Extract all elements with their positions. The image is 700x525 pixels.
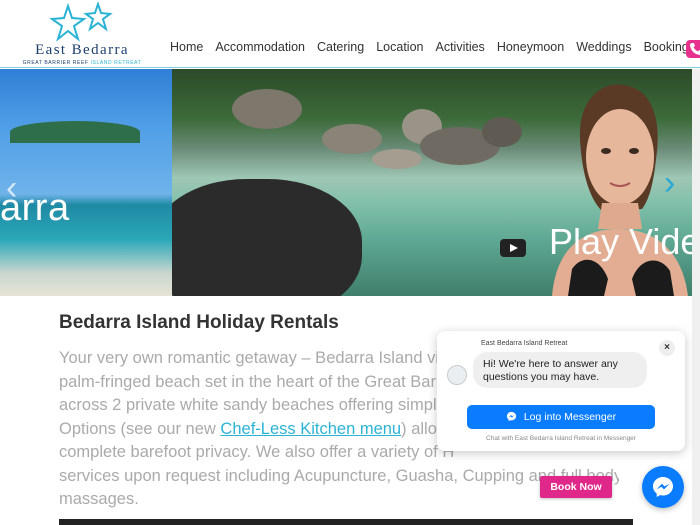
messenger-icon xyxy=(506,411,517,422)
messenger-button-label: Log into Messenger xyxy=(523,411,617,423)
phone-icon xyxy=(690,43,700,55)
boulder xyxy=(482,117,522,147)
chat-message: Hi! We're here to answer any questions y… xyxy=(473,352,647,388)
messenger-icon xyxy=(653,477,673,497)
boulder xyxy=(322,124,382,154)
chat-popup: East Bedarra Island Retreat × Hi! We're … xyxy=(437,331,685,451)
play-video-label[interactable]: Play Video xyxy=(549,221,692,263)
scrollbar[interactable] xyxy=(692,69,700,525)
nav-honeymoon[interactable]: Honeymoon xyxy=(497,40,564,54)
close-icon[interactable]: × xyxy=(659,340,675,356)
chat-sender-name: East Bedarra Island Retreat xyxy=(481,340,568,347)
avatar xyxy=(447,365,467,385)
intro-line: massages. xyxy=(59,490,139,508)
nav-activities[interactable]: Activities xyxy=(435,40,484,54)
video-thumbnail[interactable]: Play Video › xyxy=(172,69,692,296)
main-nav: Home Accommodation Catering Location Act… xyxy=(170,40,695,54)
slide-beach-image: arra ‹ xyxy=(0,69,172,296)
phone-button[interactable] xyxy=(686,40,700,58)
logo-tagline: GREAT BARRIER REEF ISLAND RETREAT xyxy=(12,60,152,66)
foreground-rock xyxy=(172,179,362,296)
nav-weddings[interactable]: Weddings xyxy=(576,40,631,54)
nav-home[interactable]: Home xyxy=(170,40,203,54)
page-title: Bedarra Island Holiday Rentals xyxy=(59,312,339,333)
island-shape xyxy=(10,121,140,143)
chat-footer-text: Chat with East Bedarra Island Retreat in… xyxy=(486,435,636,442)
logo-tag-main: GREAT BARRIER REEF xyxy=(22,60,89,66)
boulder xyxy=(232,89,302,129)
messenger-chat-button[interactable] xyxy=(642,466,684,508)
chevron-left-icon[interactable]: ‹ xyxy=(6,169,17,208)
boulder xyxy=(372,149,422,169)
logo-tag-accent: ISLAND RETREAT xyxy=(90,60,142,66)
hero-slider: arra ‹ Play Video › xyxy=(0,69,692,296)
chevron-right-icon[interactable]: › xyxy=(664,164,675,203)
intro-line: services upon request including Acupunct… xyxy=(59,466,619,485)
log-into-messenger-button[interactable]: Log into Messenger xyxy=(467,405,655,429)
logo-name: East Bedarra xyxy=(35,42,129,58)
site-logo[interactable]: East Bedarra GREAT BARRIER REEF ISLAND R… xyxy=(12,2,152,66)
intro-text: Options (see our new xyxy=(59,419,221,438)
book-now-button[interactable]: Book Now xyxy=(540,476,612,498)
next-section-image xyxy=(59,519,633,525)
nav-catering[interactable]: Catering xyxy=(317,40,364,54)
play-icon[interactable] xyxy=(500,239,526,257)
chef-less-kitchen-menu-link[interactable]: Chef-Less Kitchen menu xyxy=(220,420,401,438)
site-header: East Bedarra GREAT BARRIER REEF ISLAND R… xyxy=(0,0,700,68)
nav-accommodation[interactable]: Accommodation xyxy=(215,40,305,54)
starfish-icon xyxy=(49,2,113,42)
nav-location[interactable]: Location xyxy=(376,40,423,54)
